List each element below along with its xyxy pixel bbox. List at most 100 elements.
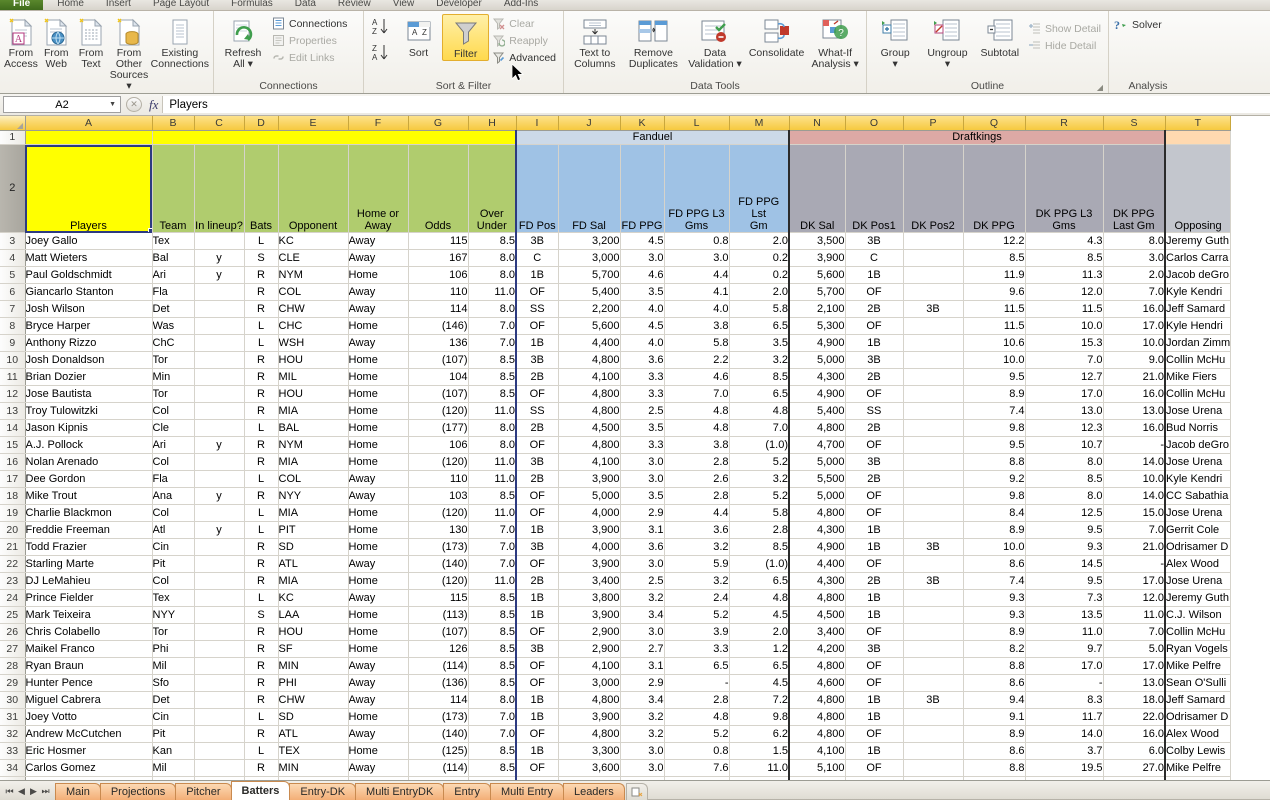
cell-L15[interactable]: 3.8 xyxy=(664,437,729,454)
cell-Q33[interactable]: 8.6 xyxy=(963,743,1025,760)
cell-N32[interactable]: 4,800 xyxy=(789,726,845,743)
cell-K10[interactable]: 3.6 xyxy=(620,352,664,369)
cell-K29[interactable]: 2.9 xyxy=(620,675,664,692)
cell-G27[interactable]: 126 xyxy=(408,641,468,658)
cell-Q13[interactable]: 7.4 xyxy=(963,403,1025,420)
cell-N30[interactable]: 4,800 xyxy=(789,692,845,709)
cell-J23[interactable]: 3,400 xyxy=(558,573,620,590)
cell-K30[interactable]: 3.4 xyxy=(620,692,664,709)
cell-K15[interactable]: 3.3 xyxy=(620,437,664,454)
cell-R25[interactable]: 13.5 xyxy=(1025,607,1103,624)
cell-T7[interactable]: Jeff Samard xyxy=(1165,301,1231,318)
cell-G24[interactable]: 115 xyxy=(408,590,468,607)
cancel-formula-button[interactable]: ✕ xyxy=(126,97,142,112)
cell-R29[interactable]: - xyxy=(1025,675,1103,692)
cell-B32[interactable]: Pit xyxy=(152,726,194,743)
cell-D13[interactable]: R xyxy=(244,403,278,420)
cell-K8[interactable]: 4.5 xyxy=(620,318,664,335)
cell-O31[interactable]: 1B xyxy=(845,709,903,726)
cell-E17[interactable]: COL xyxy=(278,471,348,488)
cell-K9[interactable]: 4.0 xyxy=(620,335,664,352)
cell-Q23[interactable]: 7.4 xyxy=(963,573,1025,590)
cell-L32[interactable]: 5.2 xyxy=(664,726,729,743)
cell-F34[interactable]: Away xyxy=(348,760,408,777)
cell-A23[interactable]: DJ LeMahieu xyxy=(25,573,152,590)
cell-H35[interactable]: 11.0 xyxy=(468,777,516,781)
cell-R13[interactable]: 13.0 xyxy=(1025,403,1103,420)
cell-T17[interactable]: Kyle Kendri xyxy=(1165,471,1231,488)
cell-Q22[interactable]: 8.6 xyxy=(963,556,1025,573)
cell-R20[interactable]: 9.5 xyxy=(1025,522,1103,539)
cell-Q16[interactable]: 8.8 xyxy=(963,454,1025,471)
cell-L31[interactable]: 4.8 xyxy=(664,709,729,726)
row-header-34[interactable]: 34 xyxy=(0,760,25,777)
cell-A14[interactable]: Jason Kipnis xyxy=(25,420,152,437)
ribbon-tab-review[interactable]: Review xyxy=(327,0,382,10)
cell-N8[interactable]: 5,300 xyxy=(789,318,845,335)
cell-P23[interactable]: 3B xyxy=(903,573,963,590)
cell-M16[interactable]: 5.2 xyxy=(729,454,789,471)
cell-I14[interactable]: 2B xyxy=(516,420,558,437)
cell-E25[interactable]: LAA xyxy=(278,607,348,624)
cell-E8[interactable]: CHC xyxy=(278,318,348,335)
cell-F6[interactable]: Away xyxy=(348,284,408,301)
cell-O12[interactable]: OF xyxy=(845,386,903,403)
cell-J34[interactable]: 3,600 xyxy=(558,760,620,777)
cell-F27[interactable]: Home xyxy=(348,641,408,658)
cell-J8[interactable]: 5,600 xyxy=(558,318,620,335)
cell-F15[interactable]: Home xyxy=(348,437,408,454)
cell-K23[interactable]: 2.5 xyxy=(620,573,664,590)
column-title-o[interactable]: DK Pos1 xyxy=(845,145,903,233)
cell-K17[interactable]: 3.0 xyxy=(620,471,664,488)
cell-D20[interactable]: L xyxy=(244,522,278,539)
cell-D25[interactable]: S xyxy=(244,607,278,624)
cell-M21[interactable]: 8.5 xyxy=(729,539,789,556)
cell-S23[interactable]: 17.0 xyxy=(1103,573,1165,590)
cell-G25[interactable]: (113) xyxy=(408,607,468,624)
cell-I23[interactable]: 2B xyxy=(516,573,558,590)
cell-C3[interactable] xyxy=(194,233,244,250)
cell-R6[interactable]: 12.0 xyxy=(1025,284,1103,301)
cell-I11[interactable]: 2B xyxy=(516,369,558,386)
cell-M20[interactable]: 2.8 xyxy=(729,522,789,539)
cell-L24[interactable]: 2.4 xyxy=(664,590,729,607)
cell-R32[interactable]: 14.0 xyxy=(1025,726,1103,743)
cell-G12[interactable]: (107) xyxy=(408,386,468,403)
cell-O4[interactable]: C xyxy=(845,250,903,267)
cell-N3[interactable]: 3,500 xyxy=(789,233,845,250)
cell-A12[interactable]: Jose Bautista xyxy=(25,386,152,403)
cell-E32[interactable]: ATL xyxy=(278,726,348,743)
cell-O27[interactable]: 3B xyxy=(845,641,903,658)
cell-M22[interactable]: (1.0) xyxy=(729,556,789,573)
cell-P8[interactable] xyxy=(903,318,963,335)
cell-F23[interactable]: Home xyxy=(348,573,408,590)
cell-J26[interactable]: 2,900 xyxy=(558,624,620,641)
table-row[interactable]: 34Carlos GomezMilRMINAway(114)8.5OF3,600… xyxy=(0,760,1231,777)
cell-I34[interactable]: OF xyxy=(516,760,558,777)
row-header-3[interactable]: 3 xyxy=(0,233,25,250)
cell-E22[interactable]: ATL xyxy=(278,556,348,573)
cell-B12[interactable]: Tor xyxy=(152,386,194,403)
cell-T30[interactable]: Jeff Samard xyxy=(1165,692,1231,709)
cell-E29[interactable]: PHI xyxy=(278,675,348,692)
column-title-j[interactable]: FD Sal xyxy=(558,145,620,233)
cell-N28[interactable]: 4,800 xyxy=(789,658,845,675)
cell-Q34[interactable]: 8.8 xyxy=(963,760,1025,777)
cell-E24[interactable]: KC xyxy=(278,590,348,607)
cell-T27[interactable]: Ryan Vogels xyxy=(1165,641,1231,658)
row-header-6[interactable]: 6 xyxy=(0,284,25,301)
row-header-12[interactable]: 12 xyxy=(0,386,25,403)
cell-D9[interactable]: L xyxy=(244,335,278,352)
cell-B26[interactable]: Tor xyxy=(152,624,194,641)
cell-N5[interactable]: 5,600 xyxy=(789,267,845,284)
cell-N4[interactable]: 3,900 xyxy=(789,250,845,267)
column-header-o[interactable]: O xyxy=(845,116,903,131)
cell-K4[interactable]: 3.0 xyxy=(620,250,664,267)
table-row[interactable]: 23DJ LeMahieuColRMIAHome(120)11.02B3,400… xyxy=(0,573,1231,590)
cell-T20[interactable]: Gerrit Cole xyxy=(1165,522,1231,539)
cell-P22[interactable] xyxy=(903,556,963,573)
cell-M24[interactable]: 4.8 xyxy=(729,590,789,607)
cell-J21[interactable]: 4,000 xyxy=(558,539,620,556)
cell-K22[interactable]: 3.0 xyxy=(620,556,664,573)
cell-I18[interactable]: OF xyxy=(516,488,558,505)
